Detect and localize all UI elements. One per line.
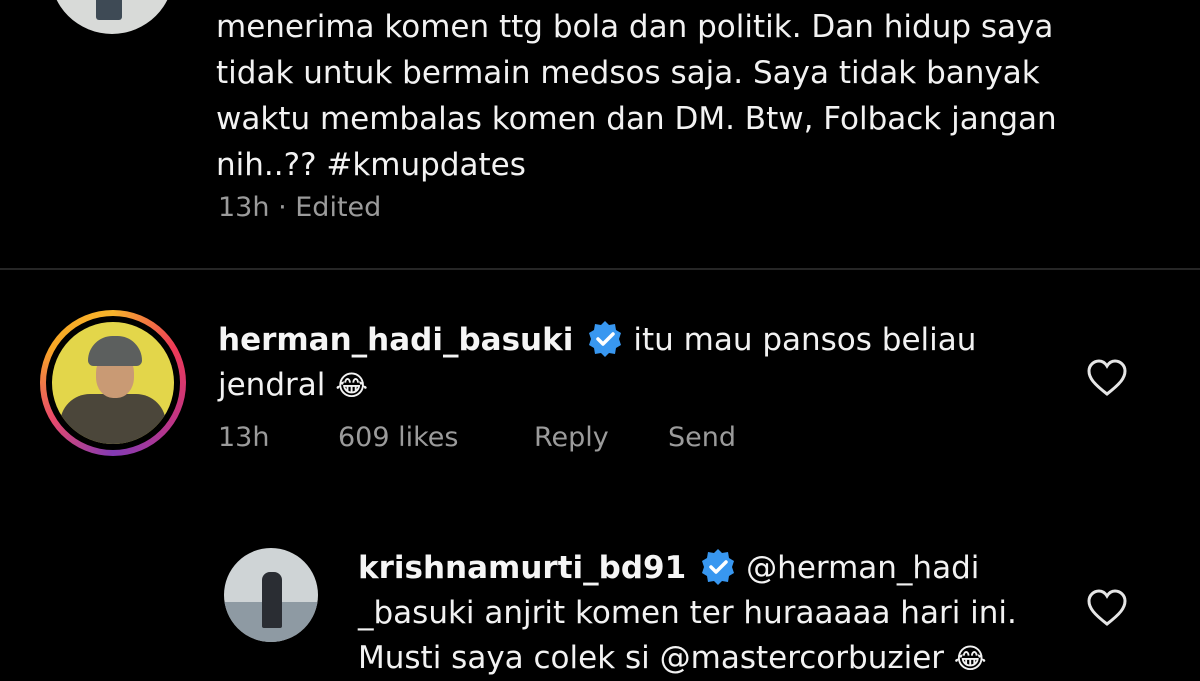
comment-text: herman_hadi_basuki itu mau pansos beliau… <box>218 318 1078 408</box>
comment-time: 13h <box>218 422 270 453</box>
laughing-emoji-icon: 😂 <box>953 642 987 675</box>
reply-body-line: Musti saya colek si @mastercorbuzier <box>358 640 945 676</box>
caption-line: nih..?? #kmupdates <box>216 147 526 183</box>
post-meta: 13h · Edited <box>218 192 381 223</box>
post-time: 13h <box>218 192 270 223</box>
comment-body-line: itu mau pansos beliau <box>633 322 977 358</box>
reply-body-line: @herman_hadi <box>746 550 980 586</box>
heart-outline-icon[interactable] <box>1086 358 1128 398</box>
avatar-figure <box>96 0 122 20</box>
edited-label: Edited <box>295 192 382 223</box>
caption-line: menerima komen ttg bola dan politik. Dan… <box>216 9 1054 45</box>
story-ring-avatar[interactable] <box>40 310 186 456</box>
verified-badge-icon <box>702 549 735 585</box>
reply-username[interactable]: krishnamurti_bd91 <box>358 550 686 586</box>
reply-body-line: _basuki anjrit komen ter huraaaaa hari i… <box>358 595 1017 631</box>
post-author-avatar[interactable] <box>50 0 174 34</box>
meta-separator: · <box>278 192 287 223</box>
post-caption: menerima komen ttg bola dan politik. Dan… <box>216 4 1116 188</box>
send-button[interactable]: Send <box>668 422 736 453</box>
heart-outline-icon[interactable] <box>1086 588 1128 628</box>
laughing-emoji-icon: 😂 <box>335 369 368 402</box>
reply-text: krishnamurti_bd91 @herman_hadi _basuki a… <box>358 546 1058 681</box>
comment-body-line: jendral <box>218 367 326 403</box>
caption-line: waktu membalas komen dan DM. Btw, Folbac… <box>216 101 1057 137</box>
caption-line: tidak untuk bermain medsos saja. Saya ti… <box>216 55 1040 91</box>
section-divider <box>0 268 1200 270</box>
verified-badge-icon <box>589 321 622 357</box>
comment-username[interactable]: herman_hadi_basuki <box>218 322 573 358</box>
reply-author-avatar[interactable] <box>224 548 318 642</box>
avatar <box>52 322 174 444</box>
likes-count[interactable]: 609 likes <box>338 422 458 453</box>
reply-button[interactable]: Reply <box>534 422 609 453</box>
